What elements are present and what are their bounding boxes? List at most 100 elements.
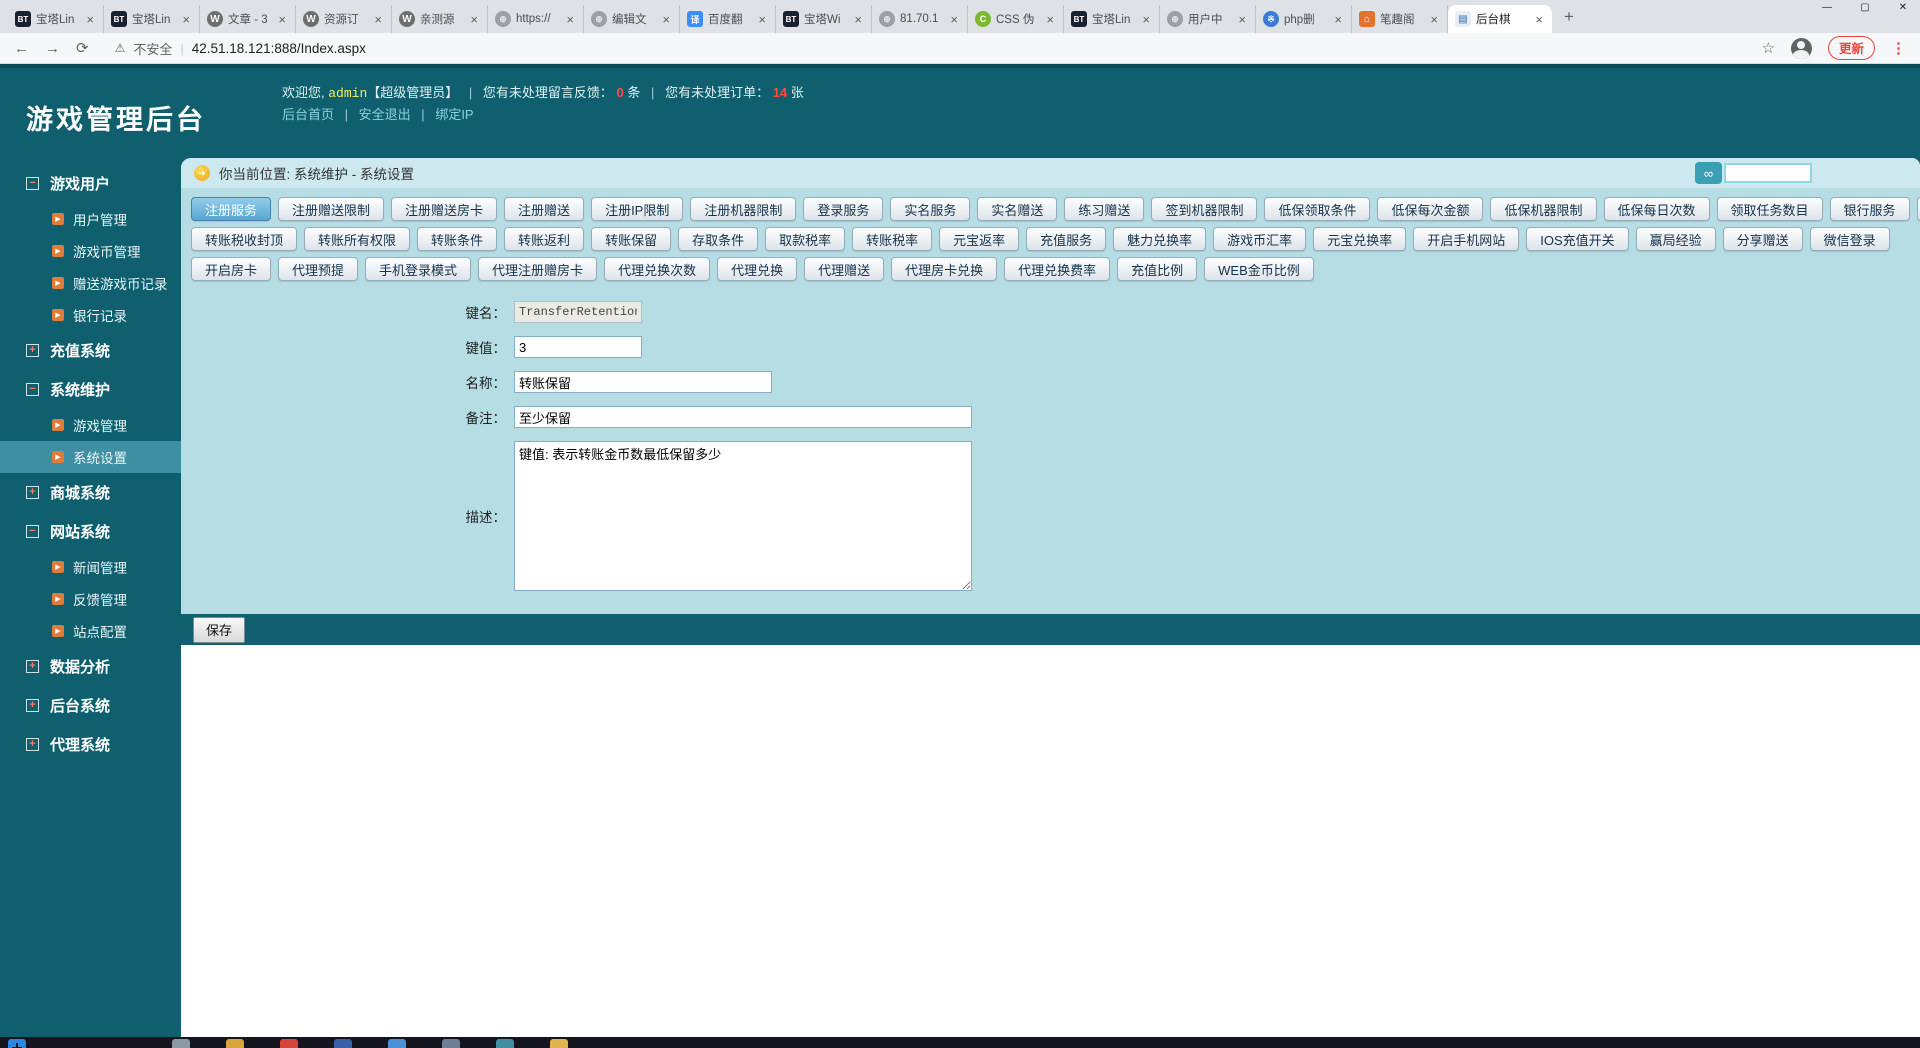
service-tab-button[interactable]: 手机登录模式 [365,257,471,281]
tab-close-icon[interactable]: × [1533,12,1545,27]
browser-tab[interactable]: ⊕编辑文× [584,5,680,33]
update-button[interactable]: 更新 [1828,36,1875,60]
service-tab-button[interactable]: 注册机器限制 [690,197,796,221]
close-window-icon[interactable]: ✕ [1896,2,1910,13]
app-steel-icon[interactable] [442,1039,460,1048]
quick-search-input[interactable] [1724,163,1812,183]
browser-tab[interactable]: ⊕https://× [488,5,584,33]
expand-icon[interactable]: + [26,660,39,673]
service-tab-button[interactable]: 低保机器限制 [1490,197,1596,221]
tab-close-icon[interactable]: × [468,12,480,27]
reload-icon[interactable]: ⟳ [76,39,89,57]
browser-tab[interactable]: ⊕81.70.1× [872,5,968,33]
back-icon[interactable]: ← [14,40,29,57]
sidebar-item[interactable]: ▶系统设置 [0,441,181,473]
service-tab-button[interactable]: 练习赠送 [1064,197,1144,221]
service-tab-button[interactable]: 转账税率 [852,227,932,251]
browser-tab[interactable]: CCSS 伪× [968,5,1064,33]
app-red-icon[interactable] [280,1039,298,1048]
tab-close-icon[interactable]: × [660,12,672,27]
service-tab-button[interactable]: 领取任务数目 [1717,197,1823,221]
service-tab-button[interactable]: 代理房卡兑换 [891,257,997,281]
collapse-icon[interactable]: − [26,177,39,190]
service-tab-button[interactable]: 注册赠送限制 [278,197,384,221]
expand-icon[interactable]: + [26,486,39,499]
minimize-icon[interactable]: — [1820,2,1834,13]
field-input[interactable] [514,406,972,428]
sidebar-item[interactable]: ▶新闻管理 [0,551,181,583]
sidebar-item[interactable]: ▶游戏币管理 [0,235,181,267]
service-tab-button[interactable]: 注册赠送房卡 [391,197,497,221]
browser-tab[interactable]: BT宝塔Lin× [1064,5,1160,33]
tab-close-icon[interactable]: × [276,12,288,27]
service-tab-button[interactable]: 转账所有权限 [304,227,410,251]
service-tab-button[interactable]: 代理兑换次数 [604,257,710,281]
tab-close-icon[interactable]: × [852,12,864,27]
tab-close-icon[interactable]: × [564,12,576,27]
service-tab-button[interactable]: 游戏币汇率 [1213,227,1306,251]
service-tab-button[interactable]: WEB金币比例 [1204,257,1314,281]
app-grey-icon[interactable] [172,1039,190,1048]
service-tab-button[interactable]: 代理兑换费率 [1004,257,1110,281]
expand-icon[interactable]: + [26,738,39,751]
browser-tab[interactable]: ※php删× [1256,5,1352,33]
browser-tab[interactable]: W资源订× [296,5,392,33]
tab-close-icon[interactable]: × [756,12,768,27]
sidebar-item[interactable]: ▶反馈管理 [0,583,181,615]
tab-close-icon[interactable]: × [1428,12,1440,27]
link-home[interactable]: 后台首页 [282,107,334,122]
sidebar-item[interactable]: ▶赠送游戏币记录 [0,267,181,299]
service-tab-button[interactable]: 开启手机网站 [1413,227,1519,251]
tab-close-icon[interactable]: × [1044,12,1056,27]
sidebar-section[interactable]: +代理系统 [0,725,181,764]
browser-tab[interactable]: W亲测源× [392,5,488,33]
service-tab-button[interactable]: 赢局经验 [1636,227,1716,251]
app-gold-icon[interactable] [226,1039,244,1048]
service-tab-button[interactable]: 开启房卡 [191,257,271,281]
expand-icon[interactable]: + [26,699,39,712]
service-tab-button[interactable]: 银行服务 [1830,197,1910,221]
bookmark-star-icon[interactable]: ☆ [1762,39,1775,57]
service-tab-button[interactable]: 低保每日次数 [1604,197,1710,221]
browser-tab[interactable]: ⊕用户中× [1160,5,1256,33]
forward-icon[interactable]: → [45,40,60,57]
app-navy-icon[interactable] [334,1039,352,1048]
service-tab-button[interactable]: 实名服务 [890,197,970,221]
service-tab-button[interactable]: 代理赠送 [804,257,884,281]
app-teal-icon[interactable] [496,1039,514,1048]
tab-close-icon[interactable]: × [1236,12,1248,27]
expand-icon[interactable]: + [26,344,39,357]
link-icon[interactable]: ∞ [1695,162,1722,184]
save-button[interactable]: 保存 [193,617,245,643]
service-tab-button[interactable]: 代理预提 [278,257,358,281]
service-tab-button[interactable]: 代理兑换 [717,257,797,281]
service-tab-button[interactable]: 取款税率 [765,227,845,251]
service-tab-button[interactable]: 转账条件 [417,227,497,251]
browser-tab[interactable]: ▤后台棋× [1448,5,1552,33]
tab-close-icon[interactable]: × [84,12,96,27]
service-tab-button[interactable]: 低保领取条件 [1264,197,1370,221]
service-tab-button[interactable]: 签到机器限制 [1151,197,1257,221]
field-input[interactable] [514,371,772,393]
service-tab-button[interactable]: 元宝返率 [939,227,1019,251]
service-tab-button[interactable]: 实名赠送 [977,197,1057,221]
service-tab-button[interactable]: 登录服务 [803,197,883,221]
new-tab-button[interactable]: + [1552,7,1586,33]
sidebar-item[interactable]: ▶站点配置 [0,615,181,647]
sidebar-item[interactable]: ▶用户管理 [0,203,181,235]
maximize-icon[interactable]: ▢ [1858,2,1872,13]
service-tab-button[interactable]: 分享赠送 [1723,227,1803,251]
service-tab-button[interactable]: 转账服务 [1917,197,1920,221]
service-tab-button[interactable]: 魅力兑换率 [1113,227,1206,251]
sidebar-section[interactable]: −系统维护 [0,370,181,409]
service-tab-button[interactable]: 注册赠送 [504,197,584,221]
sidebar-item[interactable]: ▶银行记录 [0,299,181,331]
collapse-icon[interactable]: − [26,525,39,538]
service-tab-button[interactable]: 转账返利 [504,227,584,251]
browser-tab[interactable]: BT宝塔Lin× [104,5,200,33]
field-input[interactable] [514,301,642,323]
link-logout[interactable]: 安全退出 [359,107,411,122]
service-tab-button[interactable]: 转账税收封顶 [191,227,297,251]
sidebar-section[interactable]: −网站系统 [0,512,181,551]
tab-close-icon[interactable]: × [180,12,192,27]
